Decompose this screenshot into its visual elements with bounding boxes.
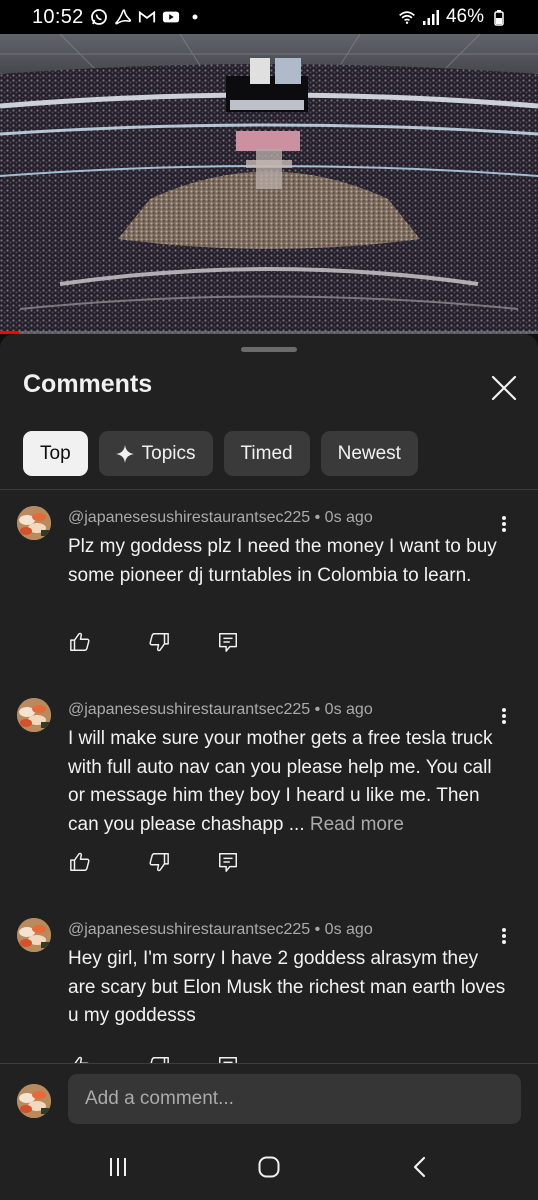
comment-meta: @japanesesushirestaurantsec225 • 0s ago — [68, 701, 373, 719]
user-avatar — [17, 1084, 51, 1118]
sparkle-icon — [115, 444, 134, 463]
dot-icon — [186, 8, 204, 26]
meta-separator: • — [314, 921, 325, 938]
comments-sheet: Comments Top Topics Timed Newest @japane… — [0, 334, 538, 1200]
chip-topics-label: Topics — [141, 442, 196, 464]
close-icon — [491, 375, 517, 401]
recents-icon — [110, 1158, 126, 1176]
comment-text: I will make sure your mother gets a free… — [68, 725, 503, 839]
back-button[interactable] — [405, 1152, 435, 1182]
wifi-icon — [398, 8, 416, 26]
status-time: 10:52 — [32, 5, 84, 28]
comment-more-button[interactable] — [495, 512, 513, 536]
comment-author[interactable]: @japanesesushirestaurantsec225 — [68, 701, 310, 718]
more-vert-icon — [502, 708, 506, 724]
dislike-button[interactable] — [147, 630, 171, 654]
comment-body: Plz my goddess plz I need the money I wa… — [68, 536, 497, 586]
more-vert-icon — [502, 516, 506, 532]
signal-icon — [422, 8, 440, 26]
comment-actions — [68, 850, 268, 874]
comment-time: 0s ago — [324, 701, 373, 718]
chip-top-label: Top — [40, 442, 71, 464]
meta-separator: • — [314, 509, 325, 526]
gmail-icon — [138, 8, 156, 26]
back-icon — [413, 1156, 426, 1178]
reply-comment-icon — [219, 853, 237, 872]
comment-body: I will make sure your mother gets a free… — [68, 728, 493, 835]
thumbs-up-icon — [70, 852, 90, 871]
comment-body: Hey girl, I'm sorry I have 2 goddess alr… — [68, 948, 506, 1026]
comment-meta: @japanesesushirestaurantsec225 • 0s ago — [68, 921, 373, 939]
add-comment-input[interactable]: Add a comment... — [68, 1074, 521, 1124]
meta-separator: • — [314, 701, 325, 718]
chip-newest-label: Newest — [337, 442, 401, 464]
thumbs-down-icon — [149, 633, 169, 652]
chip-timed-label: Timed — [240, 442, 293, 464]
like-button[interactable] — [68, 850, 92, 874]
comment-author[interactable]: @japanesesushirestaurantsec225 — [68, 509, 310, 526]
comment-item: @japanesesushirestaurantsec225 • 0s ago … — [0, 490, 538, 680]
comment-text: Plz my goddess plz I need the money I wa… — [68, 533, 508, 590]
video-player[interactable] — [0, 34, 538, 334]
stadium-video-frame — [0, 34, 538, 334]
comment-more-button[interactable] — [495, 924, 513, 948]
chip-timed[interactable]: Timed — [223, 431, 310, 476]
add-comment-placeholder: Add a comment... — [85, 1088, 234, 1109]
comment-meta: @japanesesushirestaurantsec225 • 0s ago — [68, 509, 373, 527]
youtube-icon — [162, 8, 180, 26]
chip-newest[interactable]: Newest — [320, 431, 418, 476]
comment-list: @japanesesushirestaurantsec225 • 0s ago … — [0, 490, 538, 1064]
home-icon — [258, 1156, 280, 1178]
comment-actions — [68, 630, 268, 654]
battery-icon — [490, 8, 508, 26]
read-more-link[interactable]: Read more — [310, 814, 404, 835]
acrobat-icon — [114, 8, 132, 26]
comment-composer: Add a comment... — [0, 1064, 538, 1130]
chip-topics[interactable]: Topics — [98, 431, 213, 476]
comment-time: 0s ago — [324, 509, 373, 526]
recents-button[interactable] — [103, 1152, 133, 1182]
more-vert-icon — [502, 928, 506, 944]
like-button[interactable] — [68, 630, 92, 654]
comment-item: @japanesesushirestaurantsec225 • 0s ago … — [0, 900, 538, 1064]
whatsapp-icon — [90, 8, 108, 26]
chip-top[interactable]: Top — [23, 431, 88, 476]
thumbs-down-icon — [149, 853, 169, 872]
sheet-title: Comments — [23, 370, 153, 398]
comment-text: Hey girl, I'm sorry I have 2 goddess alr… — [68, 945, 508, 1031]
thumbs-up-icon — [70, 632, 90, 651]
comment-item: @japanesesushirestaurantsec225 • 0s ago … — [0, 680, 538, 900]
comment-filter-chips: Top Topics Timed Newest — [23, 431, 418, 476]
battery-percent: 46% — [445, 6, 484, 27]
avatar[interactable] — [17, 506, 51, 540]
avatar[interactable] — [17, 918, 51, 952]
dislike-button[interactable] — [147, 850, 171, 874]
comment-author[interactable]: @japanesesushirestaurantsec225 — [68, 921, 310, 938]
avatar[interactable] — [17, 698, 51, 732]
reply-button[interactable] — [216, 630, 240, 654]
sheet-drag-handle[interactable] — [241, 347, 297, 352]
status-bar: 10:52 46% — [0, 0, 538, 34]
close-button[interactable] — [488, 372, 520, 404]
comment-more-button[interactable] — [495, 704, 513, 728]
reply-button[interactable] — [216, 850, 240, 874]
reply-comment-icon — [219, 633, 237, 652]
home-button[interactable] — [254, 1152, 284, 1182]
comment-time: 0s ago — [324, 921, 373, 938]
system-navigation-bar — [0, 1130, 538, 1200]
